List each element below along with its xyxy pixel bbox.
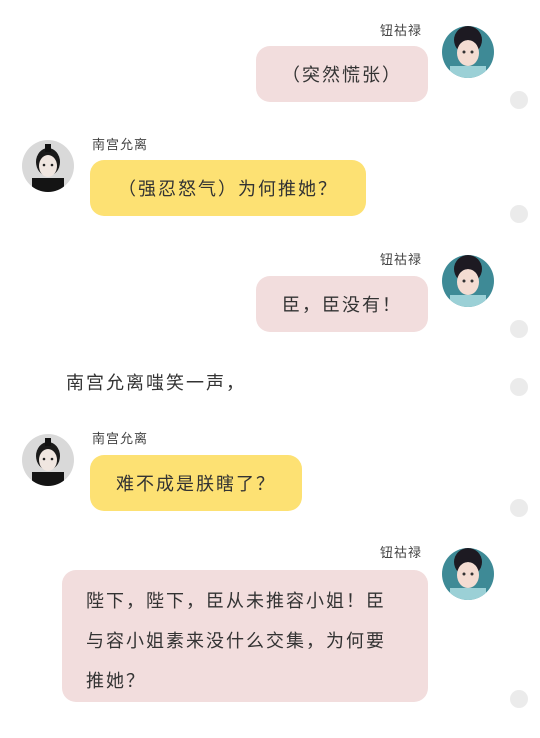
status-dot [510,378,528,396]
bubble-line: 推她？ [86,671,146,692]
narration-text: 南宫允离嗤笑一声， [66,373,246,394]
chat-bubble: 陛下，陛下，臣从未推容小姐！臣 与容小姐素来没什么交集，为何要 推她？ [62,570,428,702]
speaker-name-male: 南宫允离 [92,432,149,447]
speaker-name-female: 钮祜禄 [380,546,423,561]
status-dot [510,499,528,517]
bubble-line: 与容小姐素来没什么交集，为何要 [86,631,386,652]
speaker-name-male: 南宫允离 [92,138,149,153]
status-dot [510,91,528,109]
status-dot [510,690,528,708]
chat-bubble: 臣，臣没有！ [256,276,428,332]
male-avatar-icon[interactable] [22,434,74,486]
female-avatar-icon[interactable] [442,255,494,307]
chat-bubble: （强忍怒气）为何推她？ [90,160,366,216]
bubble-line: 陛下，陛下，臣从未推容小姐！臣 [86,591,386,612]
chat-bubble: 难不成是朕瞎了？ [90,455,302,511]
female-avatar-icon[interactable] [442,548,494,600]
status-dot [510,320,528,338]
male-avatar-icon[interactable] [22,140,74,192]
female-avatar-icon[interactable] [442,26,494,78]
status-dot [510,205,528,223]
speaker-name-female: 钮祜禄 [380,253,423,268]
speaker-name-female: 钮祜禄 [380,24,423,39]
chat-bubble: （突然慌张） [256,46,428,102]
